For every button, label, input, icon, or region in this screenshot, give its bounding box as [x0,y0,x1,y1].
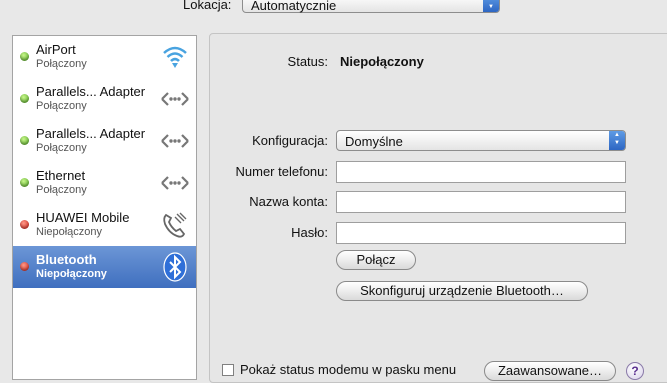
status-dot-icon [20,136,29,145]
service-name: AirPort [36,42,76,57]
status-dot-icon [20,52,29,61]
account-field[interactable] [336,191,626,213]
password-label: Hasło: [291,225,328,240]
service-item-huawei[interactable]: HUAWEI Mobile Niepołączony [13,204,196,246]
service-name: HUAWEI Mobile [36,210,130,225]
wifi-icon [163,46,187,68]
service-status: Niepołączony [36,268,107,280]
config-value: Domyślne [345,134,403,149]
status-label: Status: [287,54,328,69]
status-dot-icon [20,220,29,229]
service-item-bluetooth[interactable]: Bluetooth Niepołączony [13,246,196,288]
service-name: Parallels... Adapter [36,84,146,99]
ethernet-icon [161,176,189,190]
phone-icon [163,212,187,238]
service-list[interactable]: AirPort Połączony Parallels... Adapter P… [12,35,197,380]
advanced-button[interactable]: Zaawansowane… [484,361,616,381]
service-status: Niepołączony [36,226,103,238]
connect-button[interactable]: Połącz [336,250,416,270]
service-name: Parallels... Adapter [36,126,146,141]
config-stepper-icon: ▲ ▼ [609,131,625,150]
service-item-ethernet[interactable]: Ethernet Połączony [13,162,196,204]
service-name: Bluetooth [36,252,97,267]
account-label: Nazwa konta: [249,194,328,209]
location-value: Automatycznie [251,0,337,13]
location-stepper-icon: ▲▼ [483,0,499,12]
service-item-parallels-2[interactable]: Parallels... Adapter Połączony [13,120,196,162]
help-button[interactable]: ? [626,362,644,380]
ethernet-icon [161,92,189,106]
service-status: Połączony [36,100,87,112]
service-status: Połączony [36,184,87,196]
status-dot-icon [20,178,29,187]
status-dot-icon [20,94,29,103]
service-status: Połączony [36,58,87,70]
service-status: Połączony [36,142,87,154]
status-dot-icon [20,262,29,271]
config-label: Konfiguracja: [252,133,328,148]
phone-label: Numer telefonu: [235,164,329,179]
location-select[interactable]: Automatycznie ▲▼ [242,0,500,13]
show-status-checkbox[interactable] [222,364,234,376]
bluetooth-icon [163,252,187,282]
service-item-parallels-1[interactable]: Parallels... Adapter Połączony [13,78,196,120]
location-label: Lokacja: [183,0,232,12]
password-field[interactable] [336,222,626,244]
phone-field[interactable] [336,161,626,183]
ethernet-icon [161,134,189,148]
service-name: Ethernet [36,168,86,183]
configure-bluetooth-button[interactable]: Skonfiguruj urządzenie Bluetooth… [336,281,588,301]
config-select[interactable]: Domyślne ▲ ▼ [336,130,626,151]
service-item-airport[interactable]: AirPort Połączony [13,36,196,78]
status-value: Niepołączony [340,54,424,69]
